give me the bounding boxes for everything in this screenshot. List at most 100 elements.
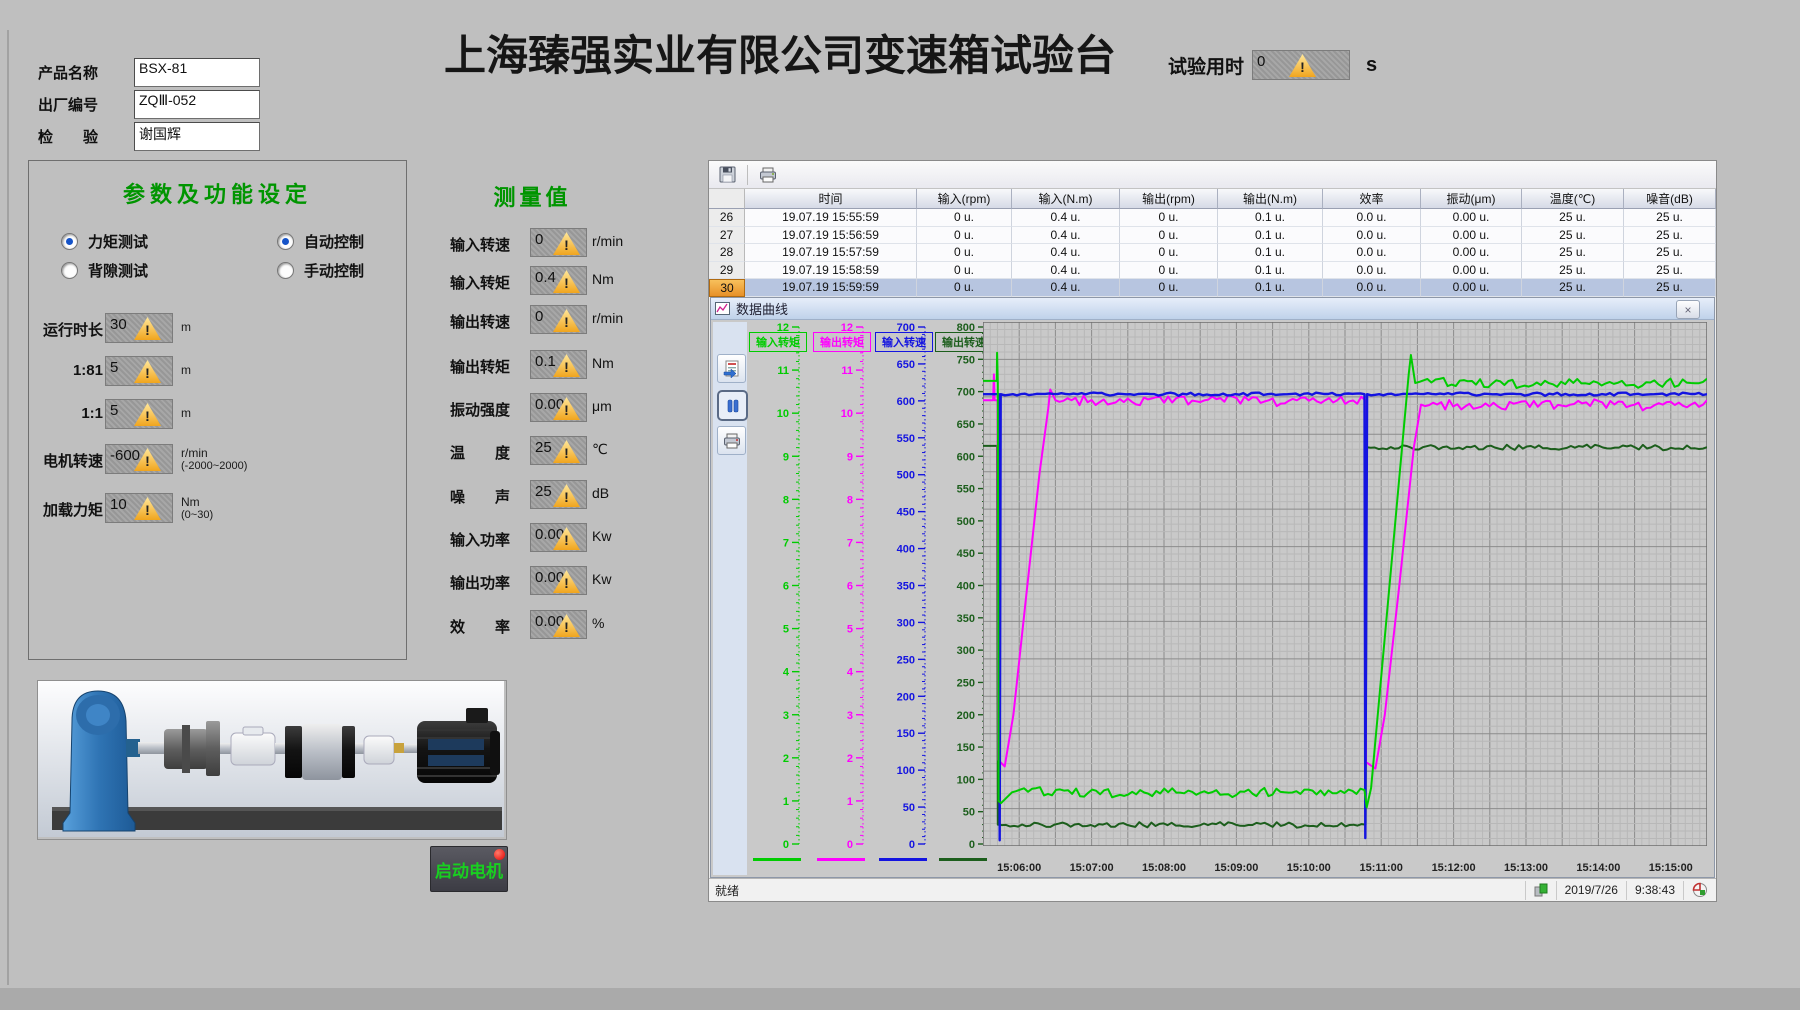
param-value-box[interactable]: -600! <box>105 444 173 474</box>
svg-text:150: 150 <box>957 742 975 754</box>
svg-text:5: 5 <box>783 624 789 636</box>
param-label: 运行时长 <box>33 319 103 340</box>
table-cell: 25 u. <box>1624 209 1716 227</box>
column-header[interactable]: 噪音(dB) <box>1624 189 1716 209</box>
warning-icon: ! <box>134 448 161 471</box>
table-cell: 0.4 u. <box>1012 227 1120 245</box>
plot-area[interactable] <box>983 322 1707 846</box>
measurement-label: 输出转矩 <box>450 356 510 377</box>
svg-text:12: 12 <box>777 322 789 334</box>
data-table: 时间输入(rpm)输入(N.m)输出(rpm)输出(N.m)效率振动(μm)温度… <box>709 189 1716 297</box>
radio-自动控制[interactable]: 自动控制 <box>277 231 364 252</box>
warning-icon: ! <box>553 484 580 507</box>
svg-text:450: 450 <box>897 507 915 519</box>
param-unit: Nm <box>181 495 200 509</box>
svg-text:200: 200 <box>897 691 915 703</box>
column-header[interactable]: 输出(N.m) <box>1218 189 1323 209</box>
svg-text:200: 200 <box>957 710 975 722</box>
svg-text:700: 700 <box>957 387 975 399</box>
radio-circle <box>61 233 78 250</box>
measurement-row: 输入转速0!r/min <box>450 228 680 258</box>
save-icon <box>719 166 736 183</box>
measurement-unit: Nm <box>592 271 614 287</box>
param-value-box[interactable]: 5! <box>105 356 173 386</box>
measurement-unit: Kw <box>592 571 611 587</box>
table-row[interactable]: 2719.07.19 15:56:590 u.0.4 u.0 u.0.1 u.0… <box>709 227 1716 245</box>
svg-text:600: 600 <box>897 396 915 408</box>
legend-line-输出转速 <box>939 858 987 861</box>
radio-circle <box>61 262 78 279</box>
table-cell: 0 u. <box>917 209 1012 227</box>
chart-tool-strip <box>713 322 747 875</box>
start-motor-button[interactable]: 启动电机 <box>430 846 508 892</box>
measurement-row: 输入功率0.00!Kw <box>450 523 680 553</box>
table-row[interactable]: 2619.07.19 15:55:590 u.0.4 u.0 u.0.1 u.0… <box>709 209 1716 227</box>
svg-text:600: 600 <box>957 451 975 463</box>
measurement-value-box: 0.00! <box>530 566 587 595</box>
param-unit: r/min <box>181 446 208 460</box>
x-tick-label: 15:11:00 <box>1349 862 1413 874</box>
param-row: 运行时长30!m <box>29 313 399 343</box>
param-label: 1:1 <box>33 405 103 422</box>
measurement-row: 效 率0.00!% <box>450 610 680 640</box>
param-label: 电机转速 <box>33 450 103 471</box>
column-header[interactable]: 时间 <box>745 189 917 209</box>
svg-text:2: 2 <box>847 753 853 765</box>
settings-panel-title: 参数及功能设定 <box>29 177 406 209</box>
svg-text:350: 350 <box>957 613 975 625</box>
param-value-box[interactable]: 10! <box>105 493 173 523</box>
radio-手动控制[interactable]: 手动控制 <box>277 260 364 281</box>
svg-text:550: 550 <box>957 484 975 496</box>
measurement-value-box: 0! <box>530 305 587 334</box>
status-bar: 就绪 2019/7/26 9:38:43 <box>709 878 1716 901</box>
export-report-button[interactable] <box>717 354 746 383</box>
form-input-1[interactable]: ZQⅢ-052 <box>134 90 260 119</box>
measurement-value-box: 25! <box>530 480 587 509</box>
row-number-cell: 28 <box>709 244 745 262</box>
table-row[interactable]: 2819.07.19 15:57:590 u.0.4 u.0 u.0.1 u.0… <box>709 244 1716 262</box>
form-input-2[interactable]: 谢国辉 <box>134 122 260 151</box>
svg-text:450: 450 <box>957 548 975 560</box>
param-value-box[interactable]: 30! <box>105 313 173 343</box>
row-number-cell: 26 <box>709 209 745 227</box>
data-window: 时间输入(rpm)输入(N.m)输出(rpm)输出(N.m)效率振动(μm)温度… <box>708 160 1717 902</box>
svg-text:3: 3 <box>783 710 789 722</box>
save-button[interactable] <box>713 163 741 187</box>
svg-text:800: 800 <box>957 322 975 334</box>
radio-力矩测试[interactable]: 力矩测试 <box>61 231 148 252</box>
svg-text:0: 0 <box>847 839 853 851</box>
param-value-box[interactable]: 5! <box>105 399 173 429</box>
close-icon[interactable]: × <box>1676 300 1700 319</box>
svg-text:2: 2 <box>783 753 789 765</box>
column-header[interactable]: 效率 <box>1323 189 1421 209</box>
svg-text:12: 12 <box>841 322 853 334</box>
radio-label: 手动控制 <box>304 260 364 281</box>
warning-icon: ! <box>134 497 161 520</box>
svg-text:150: 150 <box>897 728 915 740</box>
table-cell: 0.0 u. <box>1323 227 1421 245</box>
print-button[interactable] <box>754 163 782 187</box>
table-cell: 0.4 u. <box>1012 209 1120 227</box>
column-header[interactable]: 输入(rpm) <box>917 189 1012 209</box>
measurement-row: 输出功率0.00!Kw <box>450 566 680 596</box>
column-header[interactable]: 温度(℃) <box>1522 189 1624 209</box>
table-row[interactable]: 3019.07.19 15:59:590 u.0.4 u.0 u.0.1 u.0… <box>709 279 1716 297</box>
chart-print-button[interactable] <box>717 426 746 455</box>
table-cell: 19.07.19 15:56:59 <box>745 227 917 245</box>
column-header[interactable]: 输入(N.m) <box>1012 189 1120 209</box>
table-row[interactable]: 2919.07.19 15:58:590 u.0.4 u.0 u.0.1 u.0… <box>709 262 1716 280</box>
pause-button[interactable] <box>717 390 748 421</box>
param-row: 1:15!m <box>29 399 399 429</box>
chart-window: 数据曲线 × <box>710 297 1715 878</box>
test-timer: 试验用时 0 ! s <box>1168 50 1377 80</box>
pause-icon <box>725 398 741 414</box>
column-header[interactable]: 输出(rpm) <box>1120 189 1218 209</box>
radio-背隙测试[interactable]: 背隙测试 <box>61 260 148 281</box>
measurement-label: 输出转速 <box>450 311 510 332</box>
measurement-label: 输入转矩 <box>450 272 510 293</box>
table-cell: 19.07.19 15:57:59 <box>745 244 917 262</box>
column-header[interactable]: 振动(μm) <box>1421 189 1522 209</box>
svg-text:4: 4 <box>783 667 790 679</box>
form-input-0[interactable]: BSX-81 <box>134 58 260 87</box>
measurement-unit: % <box>592 615 604 631</box>
